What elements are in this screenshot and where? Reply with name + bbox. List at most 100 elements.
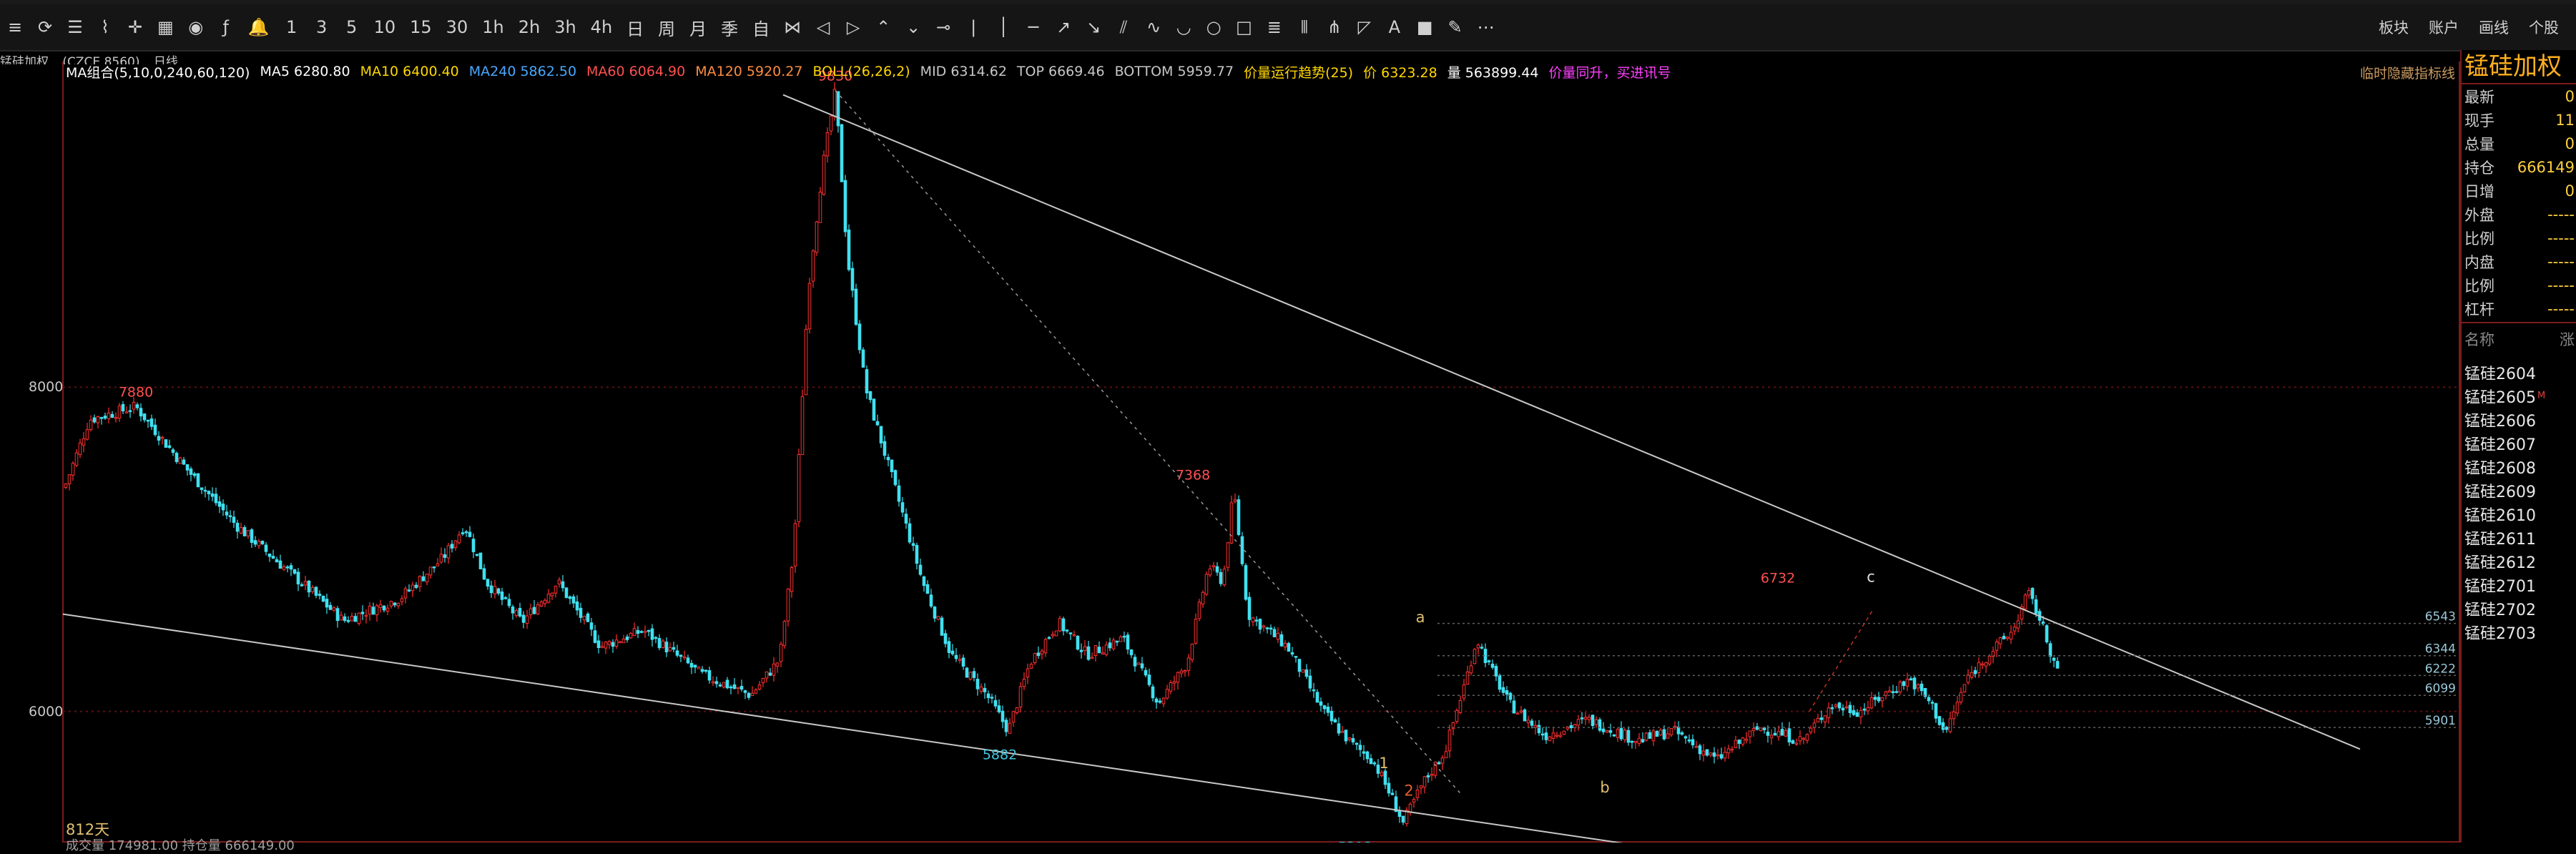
candle-body	[2005, 637, 2010, 639]
candle-body	[157, 436, 161, 441]
candle-body	[1551, 732, 1555, 739]
contract-name: 锰硅2608	[2464, 459, 2536, 478]
candle-body	[532, 607, 536, 614]
contract-item[interactable]: 锰硅2606	[2462, 408, 2576, 431]
candle-body	[661, 640, 665, 648]
wave-label: 1	[1379, 755, 1388, 772]
candle-body	[1612, 734, 1616, 737]
candle-body	[471, 539, 476, 553]
wave-label: b	[1600, 779, 1609, 796]
candle-body	[1287, 643, 1291, 652]
contract-item[interactable]: 锰硅2610	[2462, 502, 2576, 526]
contract-item[interactable]: 锰硅2608	[2462, 455, 2576, 478]
toolbar-right-item-2[interactable]: 画线	[2476, 13, 2512, 41]
candle-body	[1805, 734, 1809, 741]
contract-item[interactable]: 锰硅2605 M	[2462, 384, 2576, 408]
candle-body	[1172, 681, 1176, 684]
candle-body	[561, 581, 565, 589]
candle-body	[1866, 707, 1870, 712]
quote-row: 外盘 -----	[2462, 202, 2576, 226]
candle-body	[1501, 687, 1505, 693]
candle-body	[933, 607, 937, 619]
candle-body	[117, 406, 122, 419]
candle-body	[1297, 659, 1302, 672]
candle-body	[604, 642, 608, 649]
candle-body	[1065, 629, 1069, 632]
contract-item[interactable]: 锰硅2607	[2462, 431, 2576, 455]
candle-body	[536, 604, 540, 614]
candle-body	[1669, 728, 1673, 735]
legend-item: MA10 6400.40	[360, 64, 459, 79]
candle-body	[818, 192, 822, 223]
candle-body	[1179, 670, 1184, 674]
candle-body	[1226, 542, 1230, 568]
level-label: 6543	[2425, 610, 2456, 624]
candle-body	[371, 607, 375, 615]
candle-body	[1244, 565, 1248, 600]
candle-body	[1766, 732, 1770, 736]
quote-label: 比例	[2464, 277, 2494, 295]
candle-body	[682, 656, 687, 659]
candle-body	[82, 438, 86, 446]
candle-body	[411, 584, 415, 592]
contract-item[interactable]: 锰硅2702	[2462, 597, 2576, 620]
candle-body	[1995, 642, 1999, 651]
candle-body	[1905, 679, 1909, 687]
candle-body	[643, 631, 647, 633]
list-header-name[interactable]: 名称	[2464, 328, 2494, 350]
contract-item[interactable]: 锰硅2612	[2462, 549, 2576, 573]
candle-body	[1358, 745, 1362, 750]
ma-group-label[interactable]: MA组合(5,10,0,240,60,120)	[66, 62, 250, 82]
candle-body	[757, 684, 762, 690]
candle-body	[743, 690, 747, 693]
candle-body	[918, 564, 923, 575]
candle-body	[575, 601, 579, 611]
candle-body	[221, 504, 225, 511]
candle-body	[303, 581, 308, 586]
candle-body	[1683, 736, 1688, 739]
candle-body	[425, 574, 429, 583]
contract-item[interactable]: 锰硅2604	[2462, 360, 2576, 384]
candle-body	[1562, 730, 1566, 735]
candle-body	[1655, 731, 1659, 737]
toolbar-right-item-3[interactable]: 个股	[2526, 13, 2562, 41]
candle-body	[189, 468, 193, 475]
hide-indicator-button[interactable]: 临时隐藏指标线	[2360, 63, 2455, 82]
candle-body	[1648, 732, 1652, 739]
candle-body	[1458, 700, 1462, 713]
candle-body	[790, 567, 794, 592]
quote-row: 持仓 666149	[2462, 155, 2576, 179]
candle-body	[1304, 669, 1309, 677]
candle-body	[875, 421, 880, 426]
candle-body	[554, 585, 558, 594]
candle-body	[571, 596, 576, 604]
price-chart[interactable]: 6543634462226099590178809830736858825312…	[0, 0, 2460, 843]
candle-body	[1987, 655, 1992, 664]
quote-label: 杠杆	[2464, 300, 2494, 318]
candle-body	[1101, 652, 1105, 655]
candle-body	[414, 584, 418, 588]
candle-body	[260, 541, 265, 544]
candle-body	[2045, 625, 2049, 643]
candle-body	[1333, 719, 1337, 723]
candle-body	[1033, 653, 1037, 664]
candle-body	[611, 642, 615, 647]
candle-body	[1086, 646, 1091, 660]
contract-item[interactable]: 锰硅2701	[2462, 573, 2576, 597]
list-header-change[interactable]: 涨	[2560, 328, 2575, 350]
candle-body	[518, 607, 522, 617]
quote-value: 0	[2565, 182, 2575, 200]
candle-body	[983, 687, 987, 692]
candle-body	[378, 604, 383, 608]
candle-body	[203, 489, 207, 492]
contract-item[interactable]: 锰硅2609	[2462, 478, 2576, 502]
candle-body	[1773, 732, 1777, 736]
candle-body	[493, 586, 497, 594]
contract-item[interactable]: 锰硅2703	[2462, 620, 2576, 644]
contract-item[interactable]: 锰硅2611	[2462, 526, 2576, 549]
candle-body	[1061, 618, 1066, 632]
candle-body	[639, 631, 644, 633]
candle-body	[1465, 671, 1470, 685]
candle-body	[1136, 662, 1141, 665]
legend-item: MA5 6280.80	[260, 64, 350, 79]
